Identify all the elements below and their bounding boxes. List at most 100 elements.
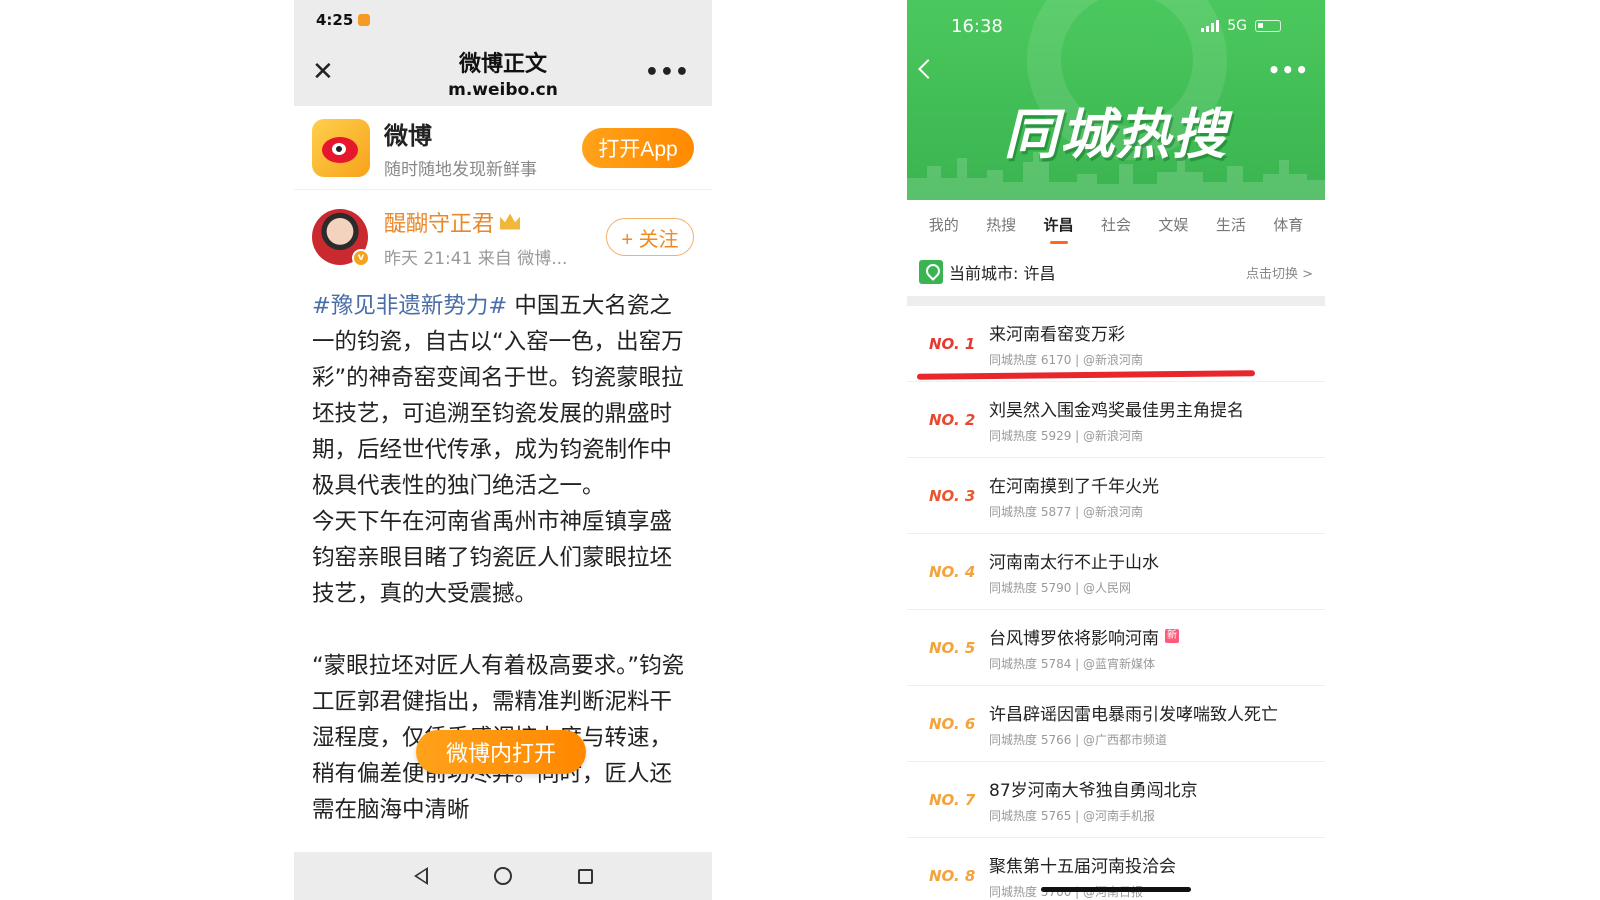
rank-label: NO. 4 — [929, 562, 976, 581]
item-body: 河南南太行不止于山水 同城热度 5790 | @人民网 — [989, 548, 1159, 596]
new-badge: 新 — [1165, 629, 1179, 643]
city-bar: 当前城市: 许昌 点击切换 > — [907, 248, 1325, 306]
item-title[interactable]: 许昌辟谣因雷电暴雨引发哮喘致人死亡 — [989, 700, 1278, 725]
item-title[interactable]: 87岁河南大爷独自勇闯北京 — [989, 776, 1198, 801]
rank-label: NO. 6 — [929, 714, 976, 733]
battery-icon — [1255, 20, 1281, 32]
list-item[interactable]: NO. 6 许昌辟谣因雷电暴雨引发哮喘致人死亡 同城热度 5766 | @广西都… — [907, 686, 1325, 762]
signal-icon — [1201, 20, 1220, 32]
notification-icon — [358, 14, 371, 26]
location-icon — [919, 260, 943, 284]
list-item[interactable]: NO. 5 台风博罗依将影响河南 新 同城热度 5784 | @蓝宵新媒体 — [907, 610, 1325, 686]
rank-label: NO. 7 — [929, 790, 976, 809]
city-hot-search-screen: 16:38 5G ••• 同城热搜 我的 热搜 许昌 社会 文娱 生活 体育 当… — [907, 0, 1325, 900]
category-tabs: 我的 热搜 许昌 社会 文娱 生活 体育 — [907, 200, 1325, 248]
item-title[interactable]: 台风博罗依将影响河南 — [989, 624, 1159, 649]
item-title[interactable]: 在河南摸到了千年火光 — [989, 472, 1159, 497]
tab-society[interactable]: 社会 — [1097, 208, 1135, 241]
red-underline-annotation — [916, 370, 1256, 380]
item-title[interactable]: 刘昊然入围金鸡奖最佳男主角提名 — [989, 396, 1244, 421]
list-item[interactable]: NO. 4 河南南太行不止于山水 同城热度 5790 | @人民网 — [907, 534, 1325, 610]
post-paragraph-1: #豫见非遗新势力# 中国五大名瓷之一的钧瓷，自古以“入窑一色，出窑万彩”的神奇窑… — [312, 288, 694, 504]
app-banner: 微博 随时随地发现新鲜事 打开App — [294, 106, 712, 190]
nav-bar: ✕ 微博正文 m.weibo.cn ••• — [294, 40, 712, 106]
banner-title: 同城热搜 — [1004, 103, 1228, 166]
item-meta: 同城热度 5766 | @广西都市频道 — [989, 732, 1168, 747]
post-meta: 昨天 21:41 来自 微博... — [384, 248, 568, 269]
author-name-row[interactable]: 醍醐守正君 — [384, 206, 567, 238]
rank-label: NO. 5 — [929, 638, 976, 657]
item-meta: 同城热度 5929 | @新浪河南 — [989, 428, 1144, 443]
item-title[interactable]: 聚焦第十五届河南投洽会 — [989, 852, 1176, 877]
rank-label: NO. 1 — [929, 334, 976, 353]
open-app-button[interactable]: 打开App — [582, 127, 694, 168]
more-icon[interactable]: ••• — [1268, 58, 1309, 82]
current-city: 当前城市: 许昌 — [949, 264, 1056, 283]
page-title: 微博正文 — [458, 52, 547, 77]
close-icon[interactable]: ✕ — [312, 59, 336, 85]
item-title[interactable]: 来河南看窑变万彩 — [989, 320, 1143, 345]
item-body: 许昌辟谣因雷电暴雨引发哮喘致人死亡 同城热度 5766 | @广西都市频道 — [989, 700, 1278, 748]
verified-icon: v — [352, 249, 370, 267]
open-in-weibo-button[interactable]: 微博内打开 — [416, 730, 586, 774]
hot-search-banner: 16:38 5G ••• 同城热搜 — [907, 0, 1325, 200]
status-time: 4:25 — [316, 11, 354, 29]
post-text-1: 中国五大名瓷之一的钧瓷，自古以“入窑一色，出窑万彩”的神奇窑变闻名于世。钧瓷蒙眼… — [312, 293, 684, 499]
item-meta: 同城热度 5790 | @人民网 — [989, 580, 1132, 595]
tab-mine[interactable]: 我的 — [925, 208, 963, 241]
tab-life[interactable]: 生活 — [1212, 208, 1250, 241]
tab-entertainment[interactable]: 文娱 — [1154, 208, 1192, 241]
tab-xuchang[interactable]: 许昌 — [1040, 208, 1078, 244]
status-time-group: 4:25 — [316, 11, 371, 29]
item-body: 在河南摸到了千年火光 同城热度 5877 | @新浪河南 — [989, 472, 1159, 520]
item-meta: 同城热度 5765 | @河南手机报 — [989, 808, 1156, 823]
crown-icon — [500, 213, 521, 230]
back-icon[interactable] — [413, 867, 428, 885]
post-paragraph-2: 今天下午在河南省禹州市神垕镇享盛钧窑亲眼目睹了钧瓷匠人们蒙眼拉坯技艺，真的大受震… — [312, 509, 673, 607]
rank-label: NO. 8 — [929, 866, 976, 885]
network-label: 5G — [1227, 18, 1247, 34]
status-bar: 4:25 N ☾ 46 ▂▄▆ 52 — [294, 0, 712, 40]
home-indicator[interactable] — [1041, 887, 1191, 892]
app-info: 微博 随时随地发现新鲜事 — [384, 116, 537, 180]
author-name[interactable]: 醍醐守正君 — [384, 206, 494, 238]
status-icons: 5G — [1201, 18, 1281, 34]
tab-hot[interactable]: 热搜 — [982, 208, 1020, 241]
weibo-logo-icon — [312, 118, 370, 177]
author-info: 醍醐守正君 昨天 21:41 来自 微博... — [384, 206, 567, 269]
page-url: m.weibo.cn — [448, 80, 558, 100]
rank-label: NO. 2 — [929, 410, 976, 429]
weibo-post-screen: 4:25 N ☾ 46 ▂▄▆ 52 ✕ 微博正文 m.weibo.cn •••… — [294, 0, 712, 900]
item-title[interactable]: 河南南太行不止于山水 — [989, 548, 1159, 573]
back-icon[interactable] — [918, 59, 938, 79]
item-title-row[interactable]: 台风博罗依将影响河南 新 — [989, 624, 1179, 649]
home-icon[interactable] — [493, 867, 512, 885]
list-item[interactable]: NO. 7 87岁河南大爷独自勇闯北京 同城热度 5765 | @河南手机报 — [907, 762, 1325, 838]
tab-sports[interactable]: 体育 — [1269, 208, 1307, 241]
follow-button[interactable]: + 关注 — [606, 218, 694, 256]
system-nav-bar — [294, 852, 712, 900]
list-item[interactable]: NO. 3 在河南摸到了千年火光 同城热度 5877 | @新浪河南 — [907, 458, 1325, 534]
switch-city-link[interactable]: 点击切换 > — [1246, 263, 1313, 282]
item-meta: 同城热度 5877 | @新浪河南 — [989, 504, 1144, 519]
item-meta: 同城热度 5784 | @蓝宵新媒体 — [989, 656, 1156, 671]
avatar[interactable]: v — [312, 209, 370, 267]
recent-apps-icon[interactable] — [577, 868, 593, 884]
app-name: 微博 — [384, 121, 432, 150]
rank-label: NO. 3 — [929, 486, 976, 505]
more-icon[interactable]: ••• — [645, 60, 690, 85]
item-body: 台风博罗依将影响河南 新 同城热度 5784 | @蓝宵新媒体 — [989, 624, 1179, 672]
item-body: 刘昊然入围金鸡奖最佳男主角提名 同城热度 5929 | @新浪河南 — [989, 396, 1244, 444]
list-item[interactable]: NO. 1 来河南看窑变万彩 同城热度 6170 | @新浪河南 — [907, 306, 1325, 382]
hot-search-list: NO. 1 来河南看窑变万彩 同城热度 6170 | @新浪河南 NO. 2 刘… — [907, 306, 1325, 900]
app-slogan: 随时随地发现新鲜事 — [384, 159, 537, 180]
hashtag-link[interactable]: #豫见非遗新势力# — [312, 293, 507, 319]
author-row: v 醍醐守正君 昨天 21:41 来自 微博... + 关注 — [294, 190, 712, 284]
item-body: 聚焦第十五届河南投洽会 同城热度 5700 | @河南日报 — [989, 852, 1176, 900]
list-item[interactable]: NO. 2 刘昊然入围金鸡奖最佳男主角提名 同城热度 5929 | @新浪河南 — [907, 382, 1325, 458]
status-time: 16:38 — [951, 15, 1003, 37]
screenshot-composite: 4:25 N ☾ 46 ▂▄▆ 52 ✕ 微博正文 m.weibo.cn •••… — [0, 0, 1600, 900]
item-meta: 同城热度 6170 | @新浪河南 — [989, 352, 1144, 367]
item-body: 来河南看窑变万彩 同城热度 6170 | @新浪河南 — [989, 320, 1143, 368]
status-bar: 16:38 5G — [907, 0, 1325, 52]
